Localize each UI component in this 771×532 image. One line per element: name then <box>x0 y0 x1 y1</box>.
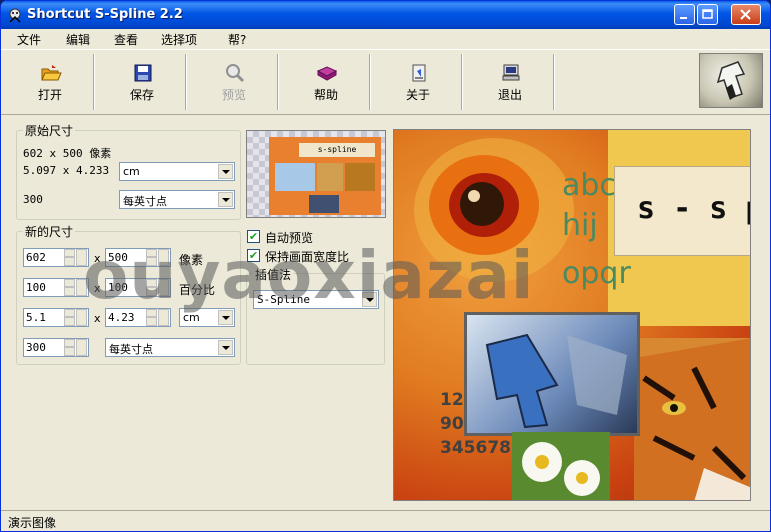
toolbar-separator <box>461 54 463 110</box>
spin-down-icon[interactable] <box>64 287 75 296</box>
save-button[interactable]: 保存 <box>97 52 187 110</box>
open-folder-icon <box>41 65 62 81</box>
menu-view[interactable]: 查看 <box>114 31 138 48</box>
width-px-spinner[interactable]: 602 <box>23 248 89 267</box>
spin-up-icon[interactable] <box>64 279 75 287</box>
toolbar-separator <box>553 54 555 110</box>
new-size-legend: 新的尺寸 <box>23 223 76 240</box>
about-button[interactable]: 关于 <box>373 52 463 110</box>
exit-button[interactable]: 退出 <box>465 52 555 110</box>
original-size: 5.097 x 4.233 <box>23 164 110 177</box>
original-unit-select[interactable]: cm <box>119 162 235 181</box>
minimize-icon <box>680 17 687 19</box>
thumbnail-tile <box>275 163 315 191</box>
toolbar-separator <box>185 54 187 110</box>
app-icon <box>9 8 21 23</box>
banner-text: s - s p <box>637 191 751 226</box>
watermark-text: ouyaoxiazai <box>83 237 535 314</box>
letters-hij: hij <box>562 208 598 243</box>
menu-edit[interactable]: 编辑 <box>66 31 90 48</box>
open-button[interactable]: 打开 <box>5 52 95 110</box>
save-disk-icon <box>134 64 152 82</box>
numbers-90: 90 <box>440 414 464 434</box>
exit-label: 退出 <box>497 88 522 102</box>
spin-down-icon[interactable] <box>64 257 75 266</box>
chevron-down-icon[interactable] <box>218 164 233 179</box>
preview-button[interactable]: 预览 <box>189 52 279 110</box>
thumbnail-tile <box>309 195 339 213</box>
width-pct-value: 100 <box>26 281 46 294</box>
spin-down-icon[interactable] <box>64 317 75 326</box>
menu-help[interactable]: 帮? <box>228 31 246 48</box>
about-label: 关于 <box>405 88 430 102</box>
thumbnail-tile <box>345 163 375 191</box>
daisy-tile <box>512 432 610 500</box>
window-title: Shortcut S-Spline 2.2 <box>27 7 183 22</box>
spin-up-icon[interactable] <box>64 249 75 257</box>
width-pct-spinner[interactable]: 100 <box>23 278 89 297</box>
new-dpi-unit-select[interactable]: 每英寸点 <box>105 338 235 357</box>
letters-opqr: opqr <box>562 256 631 291</box>
numbers-345678: 345678 <box>440 438 511 458</box>
help-label: 帮助 <box>313 88 338 102</box>
dpi-value: 300 <box>26 341 46 354</box>
app-logo[interactable] <box>699 53 763 108</box>
new-dpi-unit-value: 每英寸点 <box>109 343 153 356</box>
original-size-legend: 原始尺寸 <box>23 122 76 139</box>
letters-abc: abc <box>562 168 616 203</box>
close-button[interactable] <box>731 4 761 25</box>
help-button[interactable]: 帮助 <box>281 52 371 110</box>
maximize-icon <box>702 9 713 19</box>
save-label: 保存 <box>129 88 154 102</box>
close-icon <box>740 9 751 20</box>
original-dpi-unit-value: 每英寸点 <box>123 195 167 208</box>
original-dpi-unit-select[interactable]: 每英寸点 <box>119 190 235 209</box>
thumbnail-tile <box>317 163 343 191</box>
status-bar: 演示图像 <box>1 510 770 531</box>
open-label: 打开 <box>37 88 62 102</box>
about-info-icon <box>412 64 426 82</box>
thumbnail-logo-text: s-spline <box>299 143 375 157</box>
toolbar-separator <box>93 54 95 110</box>
banner-tile: s - s p <box>614 166 751 256</box>
magnifier-icon <box>226 64 245 83</box>
dpi-spinner[interactable]: 300 <box>23 338 89 357</box>
minimize-button[interactable] <box>674 4 695 25</box>
spin-down-icon[interactable] <box>64 347 75 356</box>
width-cm-spinner[interactable]: 5.1 <box>23 308 89 327</box>
menu-file[interactable]: 文件 <box>17 31 41 48</box>
menu-bar: 文件 编辑 查看 选择项 帮? <box>1 29 770 49</box>
title-bar[interactable]: Shortcut S-Spline 2.2 <box>1 1 770 29</box>
numbers-12: 12 <box>440 390 464 410</box>
original-unit-value: cm <box>123 165 140 178</box>
spin-up-icon[interactable] <box>64 309 75 317</box>
image-preview[interactable]: abc hij opqr s - s p 12 90 345678 <box>393 129 751 501</box>
chevron-down-icon[interactable] <box>218 340 233 355</box>
exit-computer-icon <box>502 64 520 81</box>
daisy-flower-icon <box>522 442 600 496</box>
width-cm-value: 5.1 <box>26 311 46 324</box>
thumbnail-navigator[interactable]: s-spline <box>246 130 386 218</box>
spin-arrow-icon[interactable] <box>76 339 87 356</box>
preview-label: 预览 <box>221 88 246 102</box>
spin-up-icon[interactable] <box>64 339 75 347</box>
thumbnail-image: s-spline <box>269 137 381 215</box>
app-window: Shortcut S-Spline 2.2 文件 编辑 查看 选择项 帮? 打开 <box>0 0 771 532</box>
toolbar: 打开 保存 预览 帮助 关于 退出 <box>1 49 770 115</box>
tiger-tile <box>634 338 750 500</box>
width-px-value: 602 <box>26 251 46 264</box>
logo-emblem-icon <box>716 61 746 100</box>
toolbar-separator <box>369 54 371 110</box>
maximize-button[interactable] <box>697 4 718 25</box>
original-pixels: 602 x 500 像素 <box>23 147 112 160</box>
toolbar-separator <box>277 54 279 110</box>
help-book-icon <box>316 66 338 81</box>
tiger-face-icon <box>634 338 750 500</box>
status-text: 演示图像 <box>8 516 57 530</box>
spin-down-icon[interactable] <box>146 317 157 326</box>
menu-options[interactable]: 选择项 <box>161 31 197 48</box>
chevron-down-icon[interactable] <box>218 192 233 207</box>
original-dpi: 300 <box>23 193 43 206</box>
